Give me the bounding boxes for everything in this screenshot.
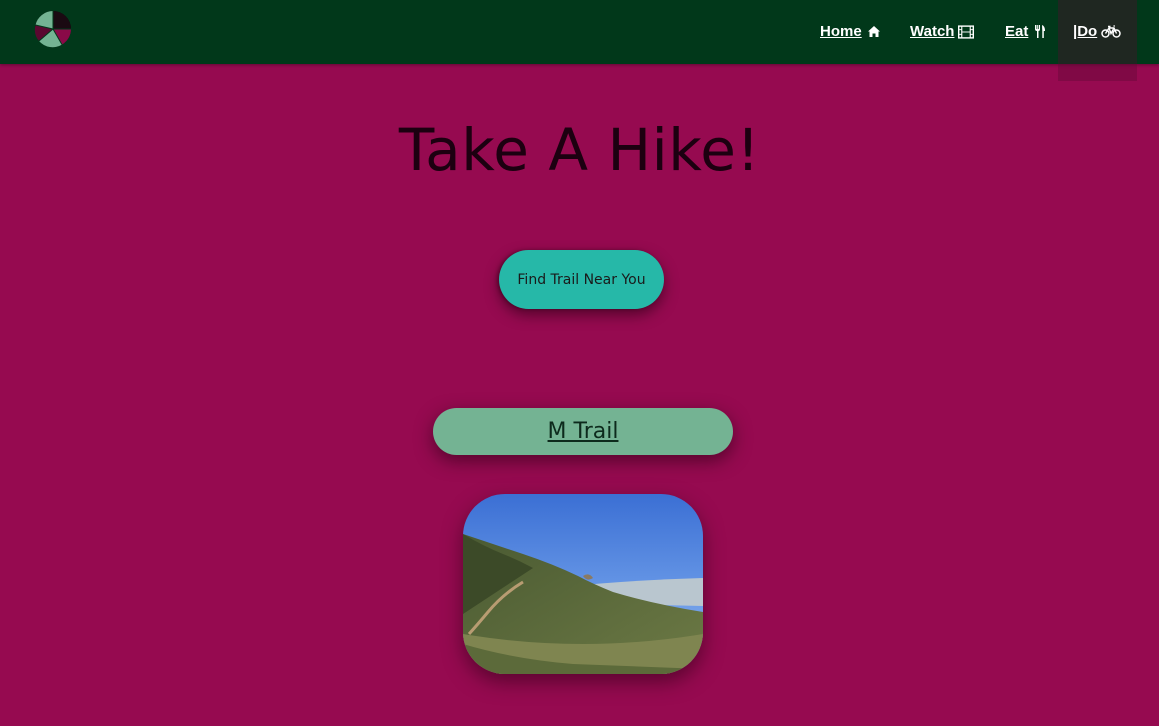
nav-eat-link[interactable]: Eat [1005, 23, 1048, 40]
utensils-icon [1032, 25, 1048, 39]
nav-active-highlight [1058, 0, 1137, 81]
find-trail-button[interactable]: Find Trail Near You [499, 250, 664, 309]
film-icon [958, 24, 975, 39]
nav-watch-link[interactable]: Watch [910, 23, 975, 40]
nav-do-label: |Do [1073, 23, 1098, 40]
nav-do-link[interactable]: |Do [1073, 23, 1121, 40]
bicycle-icon [1101, 25, 1121, 39]
trail-name-link[interactable]: M Trail [548, 419, 619, 444]
trail-photo [463, 494, 703, 674]
nav-home-label: Home [820, 23, 862, 40]
nav-home-link[interactable]: Home [820, 23, 882, 40]
home-icon [866, 25, 882, 39]
page-title: Take A Hike! [398, 116, 761, 184]
trail-name-card: M Trail [433, 408, 733, 455]
navbar: Home Watch Eat |Do [0, 0, 1159, 81]
nav-watch-label: Watch [910, 23, 955, 40]
nav-eat-label: Eat [1005, 23, 1029, 40]
pie-logo-icon[interactable] [34, 10, 72, 48]
